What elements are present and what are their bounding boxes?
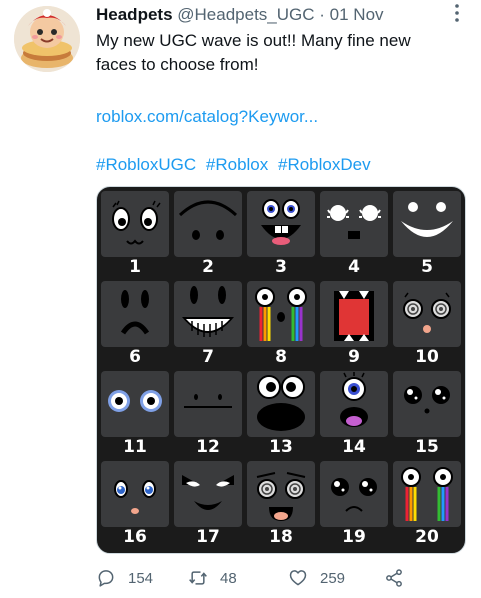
reply-button[interactable]: 154: [96, 566, 153, 590]
face-number: 10: [415, 347, 439, 367]
face-number: 15: [415, 437, 439, 457]
face-preview: [174, 461, 242, 527]
face-preview: [320, 191, 388, 257]
user-handle[interactable]: @Headpets_UGC: [177, 5, 314, 24]
face-preview: [320, 461, 388, 527]
faces-grid: 1 2 3 4 5 6 7 8 9 10 11 12 13 14 15 16 1…: [101, 191, 461, 547]
face-preview: [393, 461, 461, 527]
face-number: 17: [196, 527, 220, 547]
face-preview: [320, 371, 388, 437]
face-tile: 15: [393, 371, 461, 457]
face-preview: [393, 371, 461, 437]
face-preview: [393, 281, 461, 347]
face-number: 9: [348, 347, 360, 367]
face-preview: [174, 371, 242, 437]
face-preview: [247, 461, 315, 527]
face-number: 14: [342, 437, 366, 457]
face-number: 2: [202, 257, 214, 277]
face-tile: 19: [320, 461, 388, 547]
tweet-text: My new UGC wave is out!! Many fine new f…: [96, 29, 466, 77]
share-button[interactable]: [384, 566, 416, 590]
face-number: 8: [275, 347, 287, 367]
more-button[interactable]: [448, 2, 466, 26]
face-tile: 17: [174, 461, 242, 547]
reply-count: 154: [128, 569, 154, 587]
face-tile: 7: [174, 281, 242, 367]
retweet-icon: [189, 571, 207, 585]
face-number: 3: [275, 257, 287, 277]
face-tile: 8: [247, 281, 315, 367]
face-tile: 20: [393, 461, 461, 547]
face-number: 19: [342, 527, 366, 547]
face-tile: 5: [393, 191, 461, 277]
like-count: 259: [320, 569, 346, 587]
face-number: 7: [202, 347, 214, 367]
tweet-text-line: My new UGC wave is out!! Many fine new: [96, 31, 411, 50]
face-tile: 9: [320, 281, 388, 367]
tweet-text-line: faces to choose from!: [96, 55, 259, 74]
face-tile: 6: [101, 281, 169, 367]
tweet-date[interactable]: 01 Nov: [330, 5, 384, 24]
share-icon: [386, 569, 402, 587]
hashtags: #RobloxUGC #Roblox #RobloxDev: [96, 153, 376, 177]
media-image[interactable]: 1 2 3 4 5 6 7 8 9 10 11 12 13 14 15 16 1…: [96, 186, 466, 554]
face-tile: 3: [247, 191, 315, 277]
heart-icon: [289, 570, 307, 586]
separator-dot: ·: [319, 5, 325, 24]
face-number: 6: [129, 347, 141, 367]
face-number: 18: [269, 527, 293, 547]
face-number: 4: [348, 257, 360, 277]
more-dots-icon: [455, 4, 459, 22]
face-preview: [101, 461, 169, 527]
face-number: 11: [123, 437, 147, 457]
like-button[interactable]: 259: [288, 566, 345, 590]
hashtag-roblox[interactable]: #Roblox: [206, 155, 268, 174]
face-preview: [174, 191, 242, 257]
hashtag-robloxugc[interactable]: #RobloxUGC: [96, 155, 196, 174]
face-preview: [320, 281, 388, 347]
hashtag-robloxdev[interactable]: #RobloxDev: [278, 155, 371, 174]
face-tile: 1: [101, 191, 169, 277]
face-tile: 10: [393, 281, 461, 367]
face-number: 5: [421, 257, 433, 277]
face-number: 16: [123, 527, 147, 547]
face-tile: 12: [174, 371, 242, 457]
face-preview: [247, 281, 315, 347]
face-number: 20: [415, 527, 439, 547]
retweet-count: 48: [220, 569, 237, 587]
retweet-button[interactable]: 48: [188, 566, 237, 590]
face-tile: 16: [101, 461, 169, 547]
face-tile: 14: [320, 371, 388, 457]
face-tile: 11: [101, 371, 169, 457]
avatar[interactable]: [14, 6, 80, 72]
tweet-header: Headpets @Headpets_UGC · 01 Nov: [96, 4, 384, 26]
face-tile: 13: [247, 371, 315, 457]
reply-icon: [98, 570, 114, 587]
face-number: 1: [129, 257, 141, 277]
face-number: 12: [196, 437, 220, 457]
face-tile: 2: [174, 191, 242, 277]
face-preview: [101, 191, 169, 257]
face-preview: [101, 281, 169, 347]
face-tile: 18: [247, 461, 315, 547]
face-preview: [393, 191, 461, 257]
face-preview: [247, 371, 315, 437]
face-preview: [174, 281, 242, 347]
face-preview: [247, 191, 315, 257]
face-preview: [101, 371, 169, 437]
face-number: 13: [269, 437, 293, 457]
face-tile: 4: [320, 191, 388, 277]
tweet[interactable]: Headpets @Headpets_UGC · 01 Nov My new U…: [0, 0, 481, 598]
display-name[interactable]: Headpets: [96, 5, 173, 24]
avatar-image: [14, 6, 80, 72]
tweet-actions: 154 48 259: [96, 566, 466, 590]
catalog-link[interactable]: roblox.com/catalog?Keywor...: [96, 105, 318, 129]
